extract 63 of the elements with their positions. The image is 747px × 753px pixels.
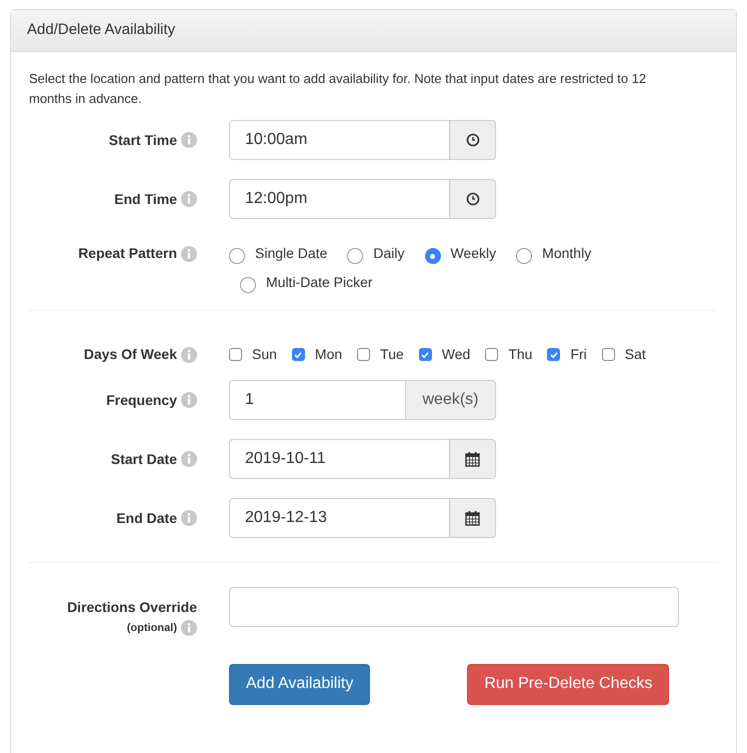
checkbox-label: Thu bbox=[508, 345, 532, 364]
time-input[interactable]: 12:00pm bbox=[229, 179, 450, 219]
input-addon[interactable] bbox=[450, 120, 496, 160]
check-icon bbox=[420, 350, 430, 360]
radio-button[interactable] bbox=[424, 248, 441, 264]
checkbox[interactable] bbox=[547, 348, 560, 361]
field-label: Start Date bbox=[110, 450, 177, 468]
info-icon bbox=[181, 132, 197, 148]
action-button[interactable]: Run Pre-Delete Checks bbox=[467, 664, 670, 704]
date-input[interactable]: 2019-10-11 bbox=[229, 439, 450, 479]
radio-button[interactable] bbox=[347, 248, 364, 264]
info-icon bbox=[181, 510, 197, 526]
checkbox[interactable] bbox=[602, 348, 615, 361]
input-addon[interactable] bbox=[450, 179, 496, 219]
info-icon bbox=[181, 620, 197, 636]
field-label: Start Time bbox=[108, 130, 177, 150]
checkbox[interactable] bbox=[418, 348, 432, 361]
radio-label: Weekly bbox=[450, 244, 496, 263]
checkbox[interactable] bbox=[229, 348, 242, 361]
calendar-icon bbox=[465, 510, 480, 526]
field-label: Directions Override bbox=[67, 598, 197, 617]
checkbox-label: Wed bbox=[442, 345, 470, 364]
clock-icon bbox=[466, 133, 480, 147]
input-addon[interactable] bbox=[450, 498, 496, 538]
date-input[interactable]: 2019-12-13 bbox=[229, 498, 450, 538]
info-icon bbox=[181, 346, 197, 362]
info-icon bbox=[181, 451, 197, 467]
input-addon[interactable] bbox=[450, 439, 496, 479]
info-icon bbox=[181, 191, 197, 207]
field-label: Repeat Pattern bbox=[78, 244, 177, 263]
intro-text: Select the location and pattern that you want to add availability for. Note that input dates are restricted to 12 months in advance. bbox=[29, 70, 648, 108]
field-label: End Date bbox=[116, 508, 177, 528]
input-addon[interactable]: week(s) bbox=[406, 380, 496, 420]
radio-label: Monthly bbox=[542, 244, 592, 263]
panel-title: Add/Delete Availability bbox=[27, 20, 176, 40]
info-icon bbox=[181, 392, 197, 408]
checkbox-label: Sat bbox=[624, 345, 646, 364]
time-input[interactable]: 10:00am bbox=[229, 120, 450, 160]
frequency-input[interactable]: 1 bbox=[229, 380, 406, 420]
radio-button[interactable] bbox=[229, 248, 245, 264]
radio-label: Multi-Date Picker bbox=[266, 273, 373, 292]
checkbox[interactable] bbox=[357, 348, 370, 361]
radio-label: Single Date bbox=[255, 244, 328, 263]
checkbox-label: Sun bbox=[252, 345, 277, 364]
checkbox[interactable] bbox=[292, 348, 305, 361]
optional-note: (optional) bbox=[126, 621, 177, 636]
check-icon bbox=[548, 350, 559, 360]
radio-button[interactable] bbox=[240, 277, 256, 293]
checkbox-label: Mon bbox=[314, 345, 342, 364]
info-icon bbox=[181, 246, 197, 262]
radio-button[interactable] bbox=[516, 248, 532, 264]
checkbox-label: Tue bbox=[380, 345, 404, 364]
checkbox[interactable] bbox=[485, 348, 498, 361]
field-label: End Time bbox=[114, 190, 177, 208]
check-icon bbox=[293, 350, 304, 360]
field-label: Days Of Week bbox=[84, 345, 177, 364]
clock-icon bbox=[466, 192, 480, 206]
calendar-icon bbox=[465, 451, 480, 467]
directions-input[interactable] bbox=[229, 587, 679, 627]
action-button[interactable]: Add Availability bbox=[229, 664, 370, 704]
radio-label: Daily bbox=[373, 244, 405, 263]
checkbox-label: Fri bbox=[570, 345, 587, 364]
field-label: Frequency bbox=[106, 390, 177, 410]
